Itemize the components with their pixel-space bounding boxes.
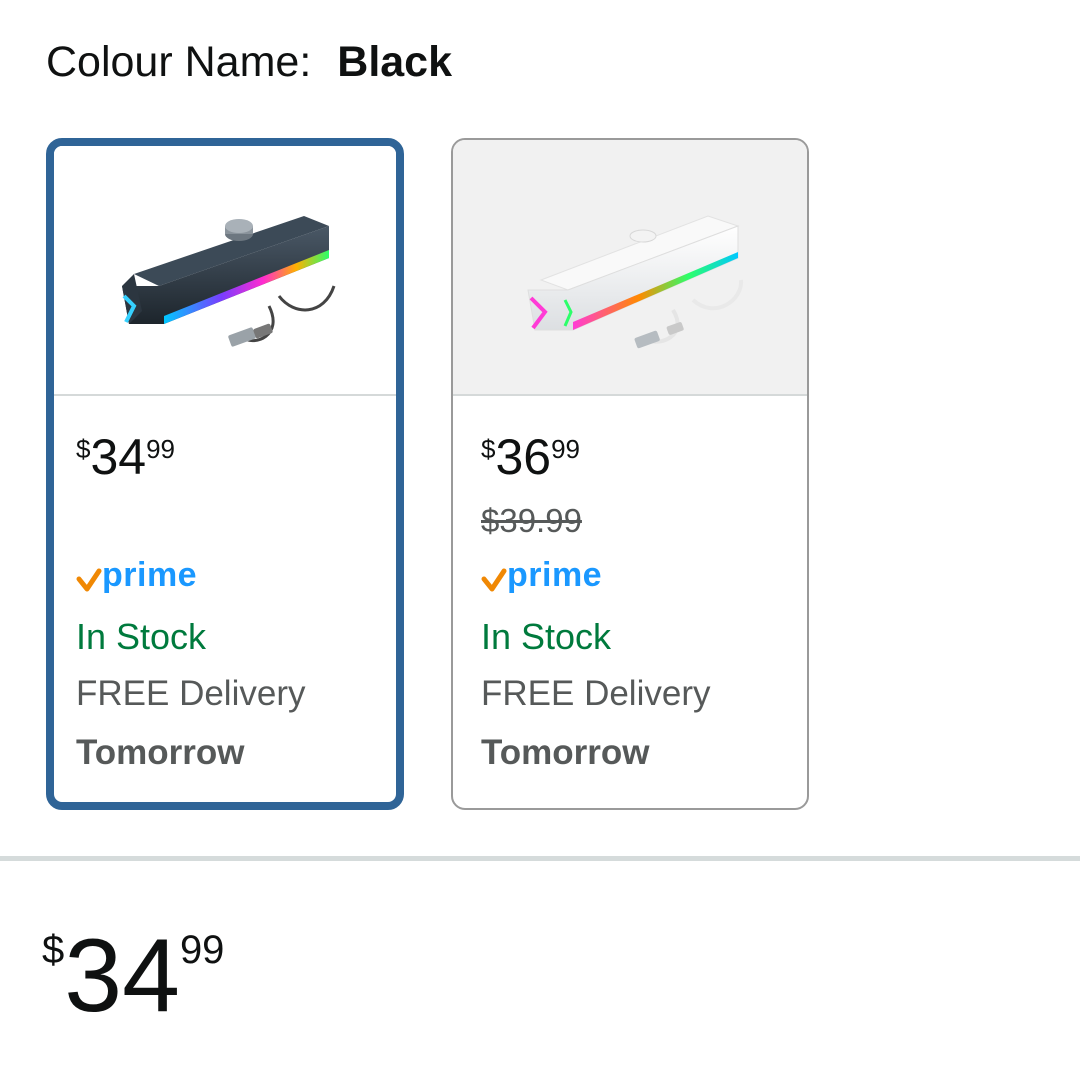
price-whole: 34	[90, 429, 147, 485]
colour-name-label: Colour Name:	[46, 38, 312, 86]
prime-check-icon	[76, 568, 102, 591]
variant-price: $3499	[76, 432, 175, 482]
delivery-text: FREE Delivery	[76, 674, 306, 713]
delivery-day: Tomorrow	[481, 733, 650, 772]
white-soundbar-icon	[527, 215, 744, 349]
product-image	[54, 146, 396, 396]
delivery-day: Tomorrow	[76, 733, 245, 772]
variant-selector-page: Colour Name: Black $3499 prime In Stock …	[0, 0, 1080, 1069]
prime-badge: prime	[481, 556, 602, 600]
delivery-text: FREE Delivery	[481, 674, 711, 713]
price-symbol: $	[481, 434, 496, 464]
section-divider	[0, 856, 1080, 861]
variant-price: $3699	[481, 432, 580, 482]
price-symbol: $	[76, 434, 91, 464]
black-soundbar-icon	[116, 216, 336, 376]
variant-card-white[interactable]: $3699 $39.99 prime In Stock FREE Deliver…	[451, 138, 809, 810]
colour-name-value: Black	[337, 38, 453, 86]
price-symbol: $	[42, 928, 65, 972]
current-price: $3499	[42, 924, 224, 1028]
colour-name-row: Colour Name: Black	[46, 36, 452, 88]
stock-status: In Stock	[481, 616, 612, 657]
price-fraction: 99	[551, 434, 581, 464]
stock-status: In Stock	[76, 616, 207, 657]
prime-check-icon	[481, 568, 507, 591]
price-whole: 36	[495, 429, 552, 485]
list-price-strikethrough: $39.99	[481, 502, 582, 539]
prime-label: prime	[102, 556, 198, 594]
prime-label: prime	[507, 556, 603, 594]
product-image	[453, 140, 807, 396]
price-fraction: 99	[146, 434, 176, 464]
variant-card-black[interactable]: $3499 prime In Stock FREE Delivery Tomor…	[46, 138, 404, 810]
price-fraction: 99	[179, 928, 225, 972]
price-whole: 34	[64, 918, 180, 1034]
prime-badge: prime	[76, 556, 197, 600]
